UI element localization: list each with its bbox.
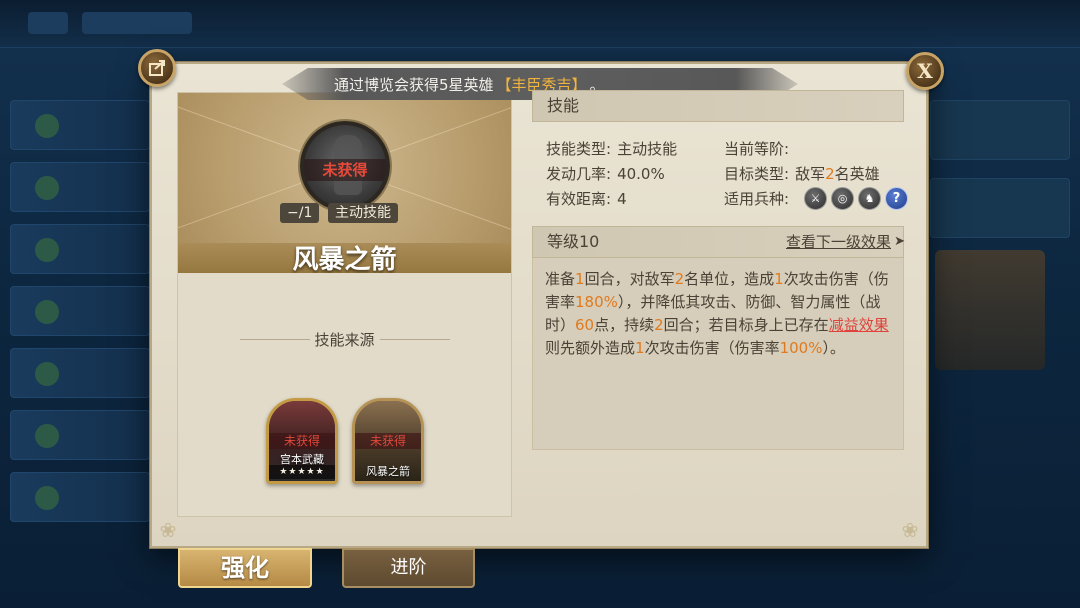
star-rating: ★★★★★ bbox=[269, 465, 335, 479]
current-tier-row: 当前等阶: bbox=[724, 138, 795, 159]
advance-button[interactable]: 进阶 bbox=[342, 548, 475, 588]
range-row: 有效距离: 4 bbox=[546, 188, 627, 209]
trigger-rate-value: 40.0% bbox=[617, 165, 665, 183]
background-hero-list bbox=[10, 100, 150, 534]
desc-number: 2 bbox=[674, 270, 685, 288]
troop-type-row: 适用兵种: bbox=[724, 188, 789, 209]
view-next-level-link[interactable]: 查看下一级效果 bbox=[786, 227, 891, 257]
background-list-item bbox=[10, 100, 150, 150]
source-card-status: 未获得 bbox=[269, 433, 335, 449]
question-icon[interactable]: ? bbox=[885, 187, 908, 210]
desc-text: 点，持续 bbox=[594, 316, 655, 334]
bow-target-icon[interactable]: ◎ bbox=[831, 187, 854, 210]
background-list-item bbox=[10, 410, 150, 460]
skill-icon[interactable]: 未获得 bbox=[300, 121, 390, 211]
range-label: 有效距离: bbox=[546, 190, 612, 208]
share-button[interactable] bbox=[138, 49, 176, 87]
background-list-item bbox=[10, 224, 150, 274]
sword-icon[interactable]: ⚔ bbox=[804, 187, 827, 210]
background-card bbox=[930, 178, 1070, 238]
source-card-skill[interactable]: 未获得 风暴之箭 bbox=[352, 398, 424, 484]
target-type-row: 目标类型: 敌军2名英雄 bbox=[724, 163, 880, 184]
desc-text: 回合，对敌军 bbox=[584, 270, 675, 288]
background-card bbox=[930, 100, 1070, 160]
corner-ornament-icon: ❀ bbox=[901, 518, 919, 542]
desc-text: 次攻击伤害（伤害率 bbox=[644, 339, 780, 357]
source-card-name: 风暴之箭 bbox=[366, 465, 410, 478]
desc-number: 1 bbox=[635, 339, 645, 357]
share-icon bbox=[149, 60, 165, 76]
trigger-rate-row: 发动几率: 40.0% bbox=[546, 163, 665, 184]
skill-description: 准备1回合，对敌军2名单位，造成1次攻击伤害（伤害率180%），并降低其攻击、防… bbox=[545, 268, 893, 360]
troop-type-label: 适用兵种: bbox=[724, 190, 790, 208]
background-list-item bbox=[10, 162, 150, 212]
desc-number: 1 bbox=[774, 270, 784, 288]
source-card-status: 未获得 bbox=[355, 433, 421, 449]
skill-type-row: 技能类型: 主动技能 bbox=[546, 138, 677, 159]
desc-number: 180% bbox=[575, 293, 618, 311]
desc-number: 1 bbox=[575, 270, 585, 288]
level-section-heading: 等级10 查看下一级效果 ➤ bbox=[532, 226, 905, 258]
troop-type-icons: ⚔ ◎ ♞ ? bbox=[804, 187, 908, 210]
skill-description-box: 准备1回合，对敌军2名单位，造成1次攻击伤害（伤害率180%），并降低其攻击、防… bbox=[532, 258, 904, 450]
target-type-pre: 敌军 bbox=[795, 165, 826, 183]
skill-section-heading: 技能 bbox=[532, 90, 904, 122]
skill-details-panel: 技能 技能类型: 主动技能 当前等阶: 发动几率: 40.0% 目标类型: 敌军2名英… bbox=[532, 88, 905, 450]
close-icon: X bbox=[917, 59, 933, 83]
desc-text: ）。 bbox=[822, 339, 845, 357]
desc-text: 名单位，造成 bbox=[684, 270, 775, 288]
skill-status-label: 未获得 bbox=[304, 159, 386, 181]
skill-level: 等级10 bbox=[547, 232, 600, 251]
enhance-button[interactable]: 强化 bbox=[178, 548, 312, 588]
target-count: 2 bbox=[825, 165, 835, 183]
chevron-right-icon[interactable]: ➤ bbox=[894, 227, 905, 257]
skill-type-label: 技能类型: bbox=[546, 140, 612, 158]
skill-type-tag: 主动技能 bbox=[328, 203, 398, 223]
background-list-item bbox=[10, 286, 150, 336]
banner-text: 通过博览会获得5星英雄 bbox=[334, 75, 494, 94]
range-value: 4 bbox=[617, 190, 627, 208]
skill-name: 风暴之箭 bbox=[292, 245, 397, 273]
target-type-label: 目标类型: bbox=[724, 165, 790, 183]
background-list-item bbox=[10, 472, 150, 522]
skill-header-area: 未获得 −/1 主动技能 风暴之箭 bbox=[178, 93, 511, 273]
target-type-post: 名英雄 bbox=[834, 165, 880, 183]
close-button[interactable]: X bbox=[906, 52, 944, 90]
background-right-panel bbox=[930, 100, 1070, 256]
desc-number: 100% bbox=[779, 339, 823, 357]
corner-ornament-icon: ❀ bbox=[159, 518, 177, 542]
skill-overview-panel: 未获得 −/1 主动技能 风暴之箭 技能来源 未获得 宫本武藏 ★★★★★ 未获… bbox=[177, 92, 512, 517]
current-tier-label: 当前等阶: bbox=[724, 140, 790, 158]
desc-text: 则先额外造成 bbox=[545, 339, 636, 357]
background-top-bar bbox=[0, 0, 1080, 48]
trigger-rate-label: 发动几率: bbox=[546, 165, 612, 183]
desc-number: 2 bbox=[654, 316, 664, 334]
background-title-block bbox=[82, 12, 192, 34]
background-hero-portrait bbox=[935, 250, 1045, 370]
skill-type-value: 主动技能 bbox=[617, 140, 678, 158]
debuff-keyword-link[interactable]: 减益效果 bbox=[829, 316, 889, 334]
skill-level-tag: −/1 bbox=[280, 203, 320, 223]
background-icon bbox=[28, 12, 68, 34]
desc-number: 60 bbox=[575, 316, 595, 334]
background-list-item bbox=[10, 348, 150, 398]
desc-text: 回合；若目标身上已存在 bbox=[663, 316, 829, 334]
source-card-hero[interactable]: 未获得 宫本武藏 ★★★★★ bbox=[266, 398, 338, 484]
desc-text: 准备 bbox=[545, 270, 576, 288]
cavalry-icon[interactable]: ♞ bbox=[858, 187, 881, 210]
divider-line bbox=[380, 339, 450, 340]
